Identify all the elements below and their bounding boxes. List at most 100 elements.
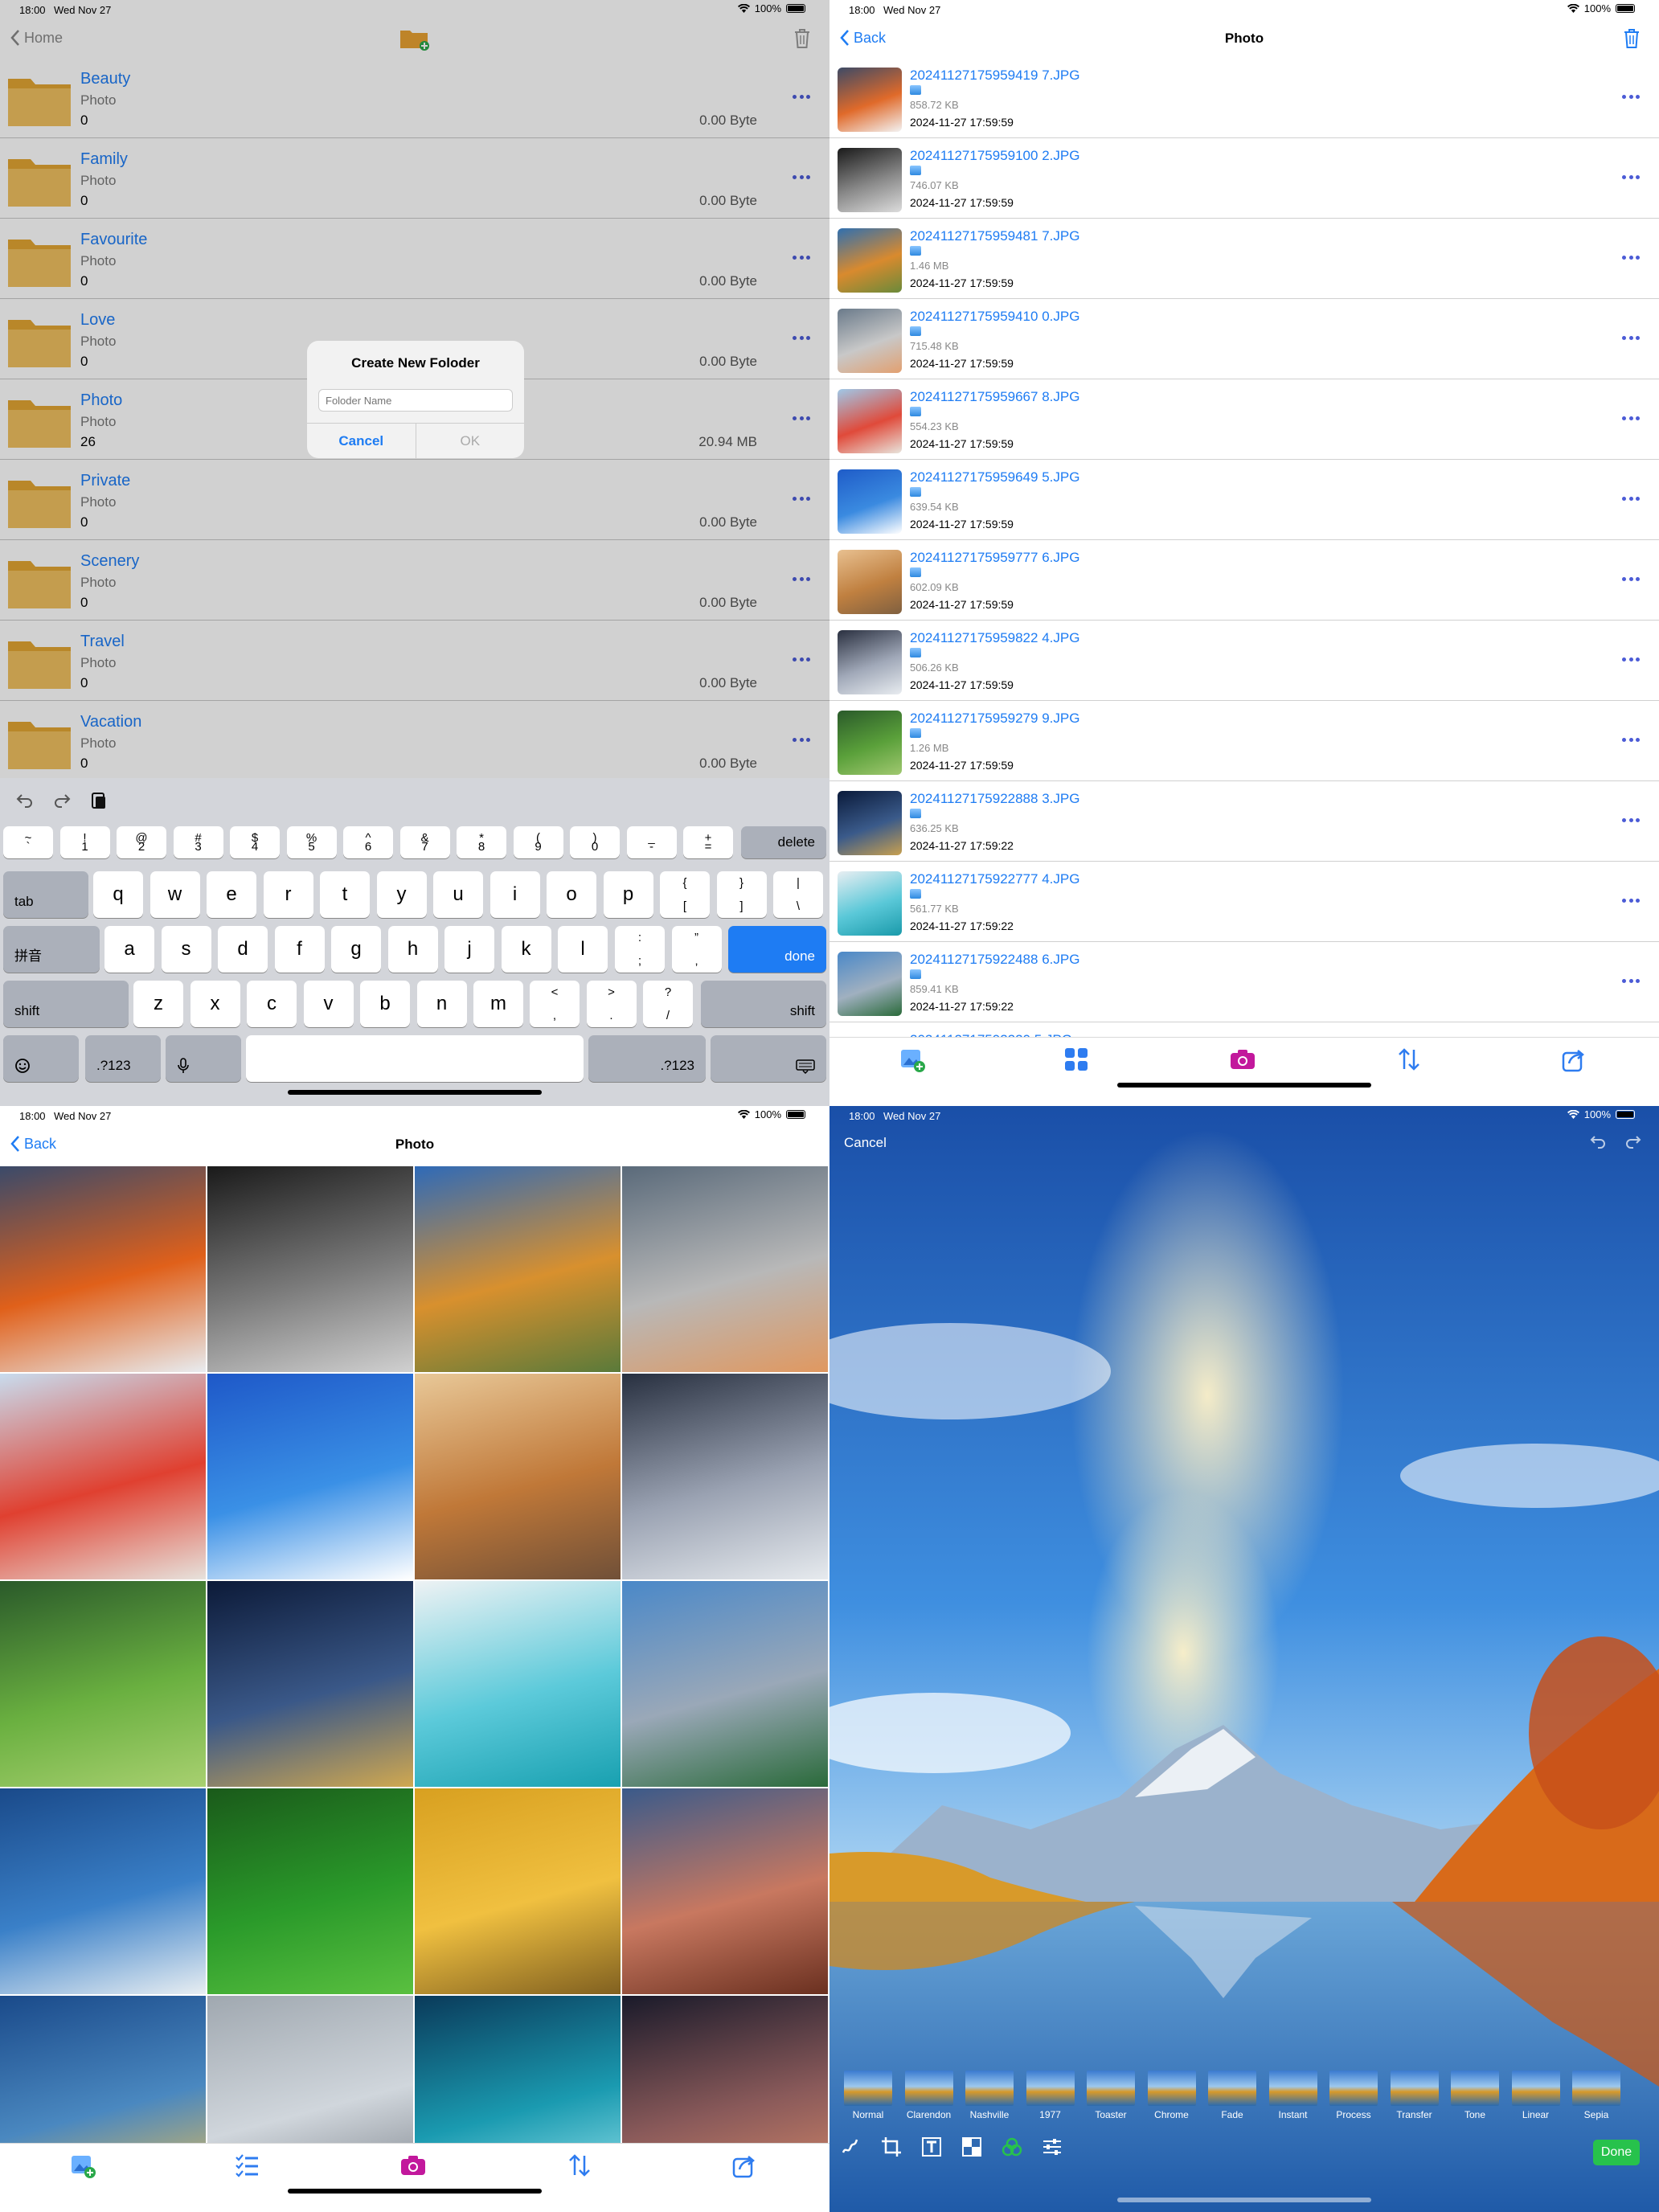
photo-row[interactable]: 20241127175922888 3.JPG 636.25 KB 2024-11-… [830, 781, 1659, 862]
more-options-icon[interactable] [1622, 336, 1640, 341]
key-num-8[interactable]: * 8 [457, 826, 506, 858]
share-icon[interactable] [731, 2152, 759, 2179]
key-punct-2[interactable]: ? / [643, 981, 693, 1027]
key-s[interactable]: s [161, 926, 211, 973]
key-l[interactable]: l [558, 926, 608, 973]
key-num-10[interactable]: ) 0 [570, 826, 620, 858]
key-o[interactable]: o [547, 871, 596, 918]
key-j[interactable]: j [444, 926, 494, 973]
sort-icon[interactable] [566, 2152, 593, 2179]
alert-cancel-button[interactable]: Cancel [307, 424, 416, 458]
key-sym-0[interactable]: {[ [660, 871, 710, 918]
more-options-icon[interactable] [1622, 577, 1640, 582]
filter-thumbnail[interactable] [1572, 2071, 1620, 2106]
cancel-button[interactable]: Cancel [844, 1135, 887, 1151]
key-num-2[interactable]: @2 [117, 826, 166, 858]
filter-thumbnail[interactable] [1329, 2071, 1378, 2106]
key-n[interactable]: n [416, 981, 467, 1027]
key-x[interactable]: x [190, 981, 240, 1027]
language-key[interactable]: 拼音 [3, 926, 100, 973]
undo-icon[interactable] [1590, 1135, 1606, 1151]
photo-tile[interactable] [207, 1788, 413, 1994]
select-list-icon[interactable] [233, 2152, 260, 2179]
photo-tile[interactable] [207, 1166, 413, 1372]
mosaic-icon[interactable] [961, 2136, 982, 2157]
filter-thumbnail[interactable] [1268, 2071, 1317, 2106]
key-sym-1[interactable]: }] [716, 871, 767, 918]
key-i[interactable]: i [490, 871, 540, 918]
photo-tile[interactable] [622, 1374, 828, 1579]
key-num-4[interactable]: $4 [230, 826, 280, 858]
more-options-icon[interactable] [1622, 899, 1640, 903]
photo-tile[interactable] [0, 1374, 206, 1579]
filter-thumbnail[interactable] [844, 2071, 892, 2106]
photo-tile[interactable] [0, 1166, 206, 1372]
key-num-11[interactable]: _ - [626, 826, 677, 858]
key-y[interactable]: y [376, 871, 427, 918]
filter-thumbnail[interactable] [965, 2071, 1014, 2106]
key-b[interactable]: b [360, 981, 410, 1027]
text-icon[interactable] [921, 2136, 942, 2157]
photo-row[interactable]: 20241127175922777 4.JPG 561.77 KB 2024-11-… [830, 862, 1659, 942]
photo-row[interactable]: 20241127175959100 2.JPG 746.07 KB 2024-11-… [830, 138, 1659, 219]
space-key[interactable] [246, 1035, 584, 1082]
key-q[interactable]: q [93, 871, 143, 918]
share-icon[interactable] [1561, 1046, 1588, 1073]
filter-thumbnail[interactable] [1147, 2071, 1196, 2106]
photo-row[interactable]: 20241127175959822 4.JPG 506.26 KB 2024-11-… [830, 621, 1659, 701]
shift-left-key[interactable]: shift [3, 981, 129, 1027]
add-photo-icon[interactable] [899, 1046, 926, 1073]
key-m[interactable]: m [473, 981, 523, 1027]
redo-icon[interactable] [53, 793, 71, 809]
key-u[interactable]: u [433, 871, 483, 918]
photo-tile[interactable] [622, 1581, 828, 1787]
key-num-1[interactable]: ! 1 [59, 826, 110, 858]
key-c[interactable]: c [247, 981, 297, 1027]
photo-tile[interactable] [0, 1581, 206, 1787]
filter-thumbnail[interactable] [1390, 2071, 1439, 2106]
key-a[interactable]: a [104, 926, 154, 973]
done-key[interactable]: done [728, 926, 826, 973]
key-d[interactable]: d [218, 926, 268, 973]
more-options-icon[interactable] [1622, 256, 1640, 260]
add-photo-icon[interactable] [69, 2152, 96, 2179]
photo-tile[interactable] [207, 1374, 413, 1579]
key-punct-1[interactable]: >. [586, 981, 637, 1027]
photo-tile[interactable] [207, 1581, 413, 1787]
filter-thumbnail[interactable] [1451, 2071, 1499, 2106]
photo-tile[interactable] [415, 1581, 621, 1787]
shift-right-key[interactable]: shift [701, 981, 826, 1027]
camera-icon[interactable] [1229, 1046, 1256, 1073]
filter-icon[interactable] [1002, 2136, 1022, 2157]
photo-tile[interactable] [415, 1166, 621, 1372]
key-z[interactable]: z [133, 981, 183, 1027]
key-punct-0[interactable]: <, [530, 981, 580, 1027]
draw-icon[interactable] [841, 2136, 862, 2157]
key-k[interactable]: k [501, 926, 551, 973]
photo-row[interactable]: 20241127175959649 5.JPG 639.54 KB 2024-11-… [830, 460, 1659, 540]
key-t[interactable]: t [320, 871, 370, 918]
key-w[interactable]: w [150, 871, 200, 918]
filter-thumbnail[interactable] [1208, 2071, 1256, 2106]
photo-row[interactable]: 20241127175959279 9.JPG 1.26 MB 2024-11-27… [830, 701, 1659, 781]
emoji-key[interactable] [3, 1035, 79, 1082]
numbers-key-left[interactable]: .?123 [85, 1035, 161, 1082]
key-punct-1[interactable]: ” ‚ [671, 926, 722, 973]
photo-tile[interactable] [415, 1374, 621, 1579]
photo-tile[interactable] [0, 1788, 206, 1994]
key-v[interactable]: v [303, 981, 354, 1027]
key-sym-2[interactable]: | \ [773, 871, 823, 918]
dictation-key[interactable] [166, 1035, 241, 1082]
undo-icon[interactable] [16, 793, 34, 809]
more-options-icon[interactable] [1622, 738, 1640, 743]
photo-row[interactable]: 20241127175959777 6.JPG 602.09 KB 2024-11-… [830, 540, 1659, 621]
hide-keyboard-key[interactable] [711, 1035, 826, 1082]
key-punct-0[interactable]: :; [615, 926, 665, 973]
key-g[interactable]: g [331, 926, 381, 973]
folder-name-input[interactable] [318, 389, 513, 412]
more-options-icon[interactable] [1622, 979, 1640, 984]
camera-icon[interactable] [399, 2152, 427, 2179]
photo-tile[interactable] [622, 1788, 828, 1994]
numbers-key-right[interactable]: .?123 [588, 1035, 706, 1082]
key-num-7[interactable]: & 7 [399, 826, 450, 858]
